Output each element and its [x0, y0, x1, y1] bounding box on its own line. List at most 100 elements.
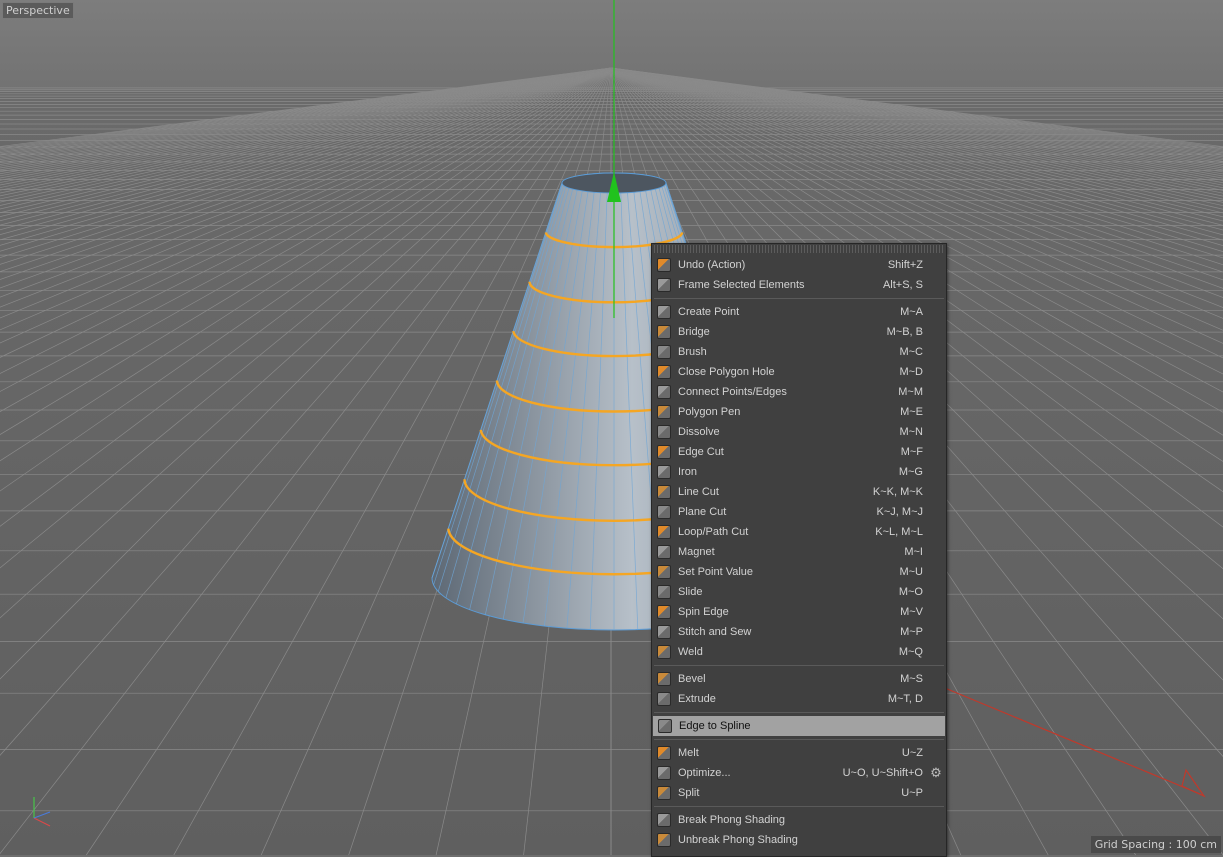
menu-separator — [654, 712, 944, 713]
menu-item-label: Create Point — [678, 306, 740, 318]
menu-item-polygon-pen[interactable]: Polygon Pen M~E — [652, 402, 946, 422]
menu-item-iron[interactable]: Iron M~G — [652, 462, 946, 482]
menu-drag-handle[interactable] — [654, 245, 944, 253]
menu-item-split[interactable]: Split U~P — [652, 783, 946, 803]
menu-item-shortcut: M~A — [900, 306, 923, 318]
menu-item-shortcut: U~P — [901, 787, 923, 799]
loop-path-cut-icon — [657, 525, 671, 539]
menu-separator — [654, 806, 944, 807]
menu-item-weld[interactable]: Weld M~Q — [652, 642, 946, 662]
menu-item-shortcut: M~C — [899, 346, 923, 358]
menu-item-label: Weld — [678, 646, 703, 658]
gear-icon[interactable]: ⚙ — [929, 766, 943, 780]
menu-item-shortcut: U~Z — [901, 747, 923, 759]
menu-item-label: Extrude — [678, 693, 716, 705]
menu-item-label: Dissolve — [678, 426, 720, 438]
menu-item-label: Polygon Pen — [678, 406, 741, 418]
menu-item-label: Plane Cut — [678, 506, 727, 518]
menu-item-spin-edge[interactable]: Spin Edge M~V — [652, 602, 946, 622]
menu-item-optimize[interactable]: Optimize... U~O, U~Shift+O ⚙ — [652, 763, 946, 783]
menu-item-bridge[interactable]: Bridge M~B, B — [652, 322, 946, 342]
menu-item-shortcut: M~B, B — [886, 326, 923, 338]
menu-item-shortcut: M~M — [898, 386, 923, 398]
menu-item-shortcut: M~I — [904, 546, 923, 558]
menu-item-shortcut: Shift+Z — [887, 259, 923, 271]
bridge-icon — [657, 325, 671, 339]
break-phong-icon — [657, 813, 671, 827]
menu-item-loop-path-cut[interactable]: Loop/Path Cut K~L, M~L — [652, 522, 946, 542]
bevel-icon — [657, 672, 671, 686]
menu-item-shortcut: M~T, D — [887, 693, 923, 705]
menu-items: Undo (Action) Shift+Z Frame Selected Eleme… — [652, 255, 946, 850]
menu-item-connect-points-edges[interactable]: Connect Points/Edges M~M — [652, 382, 946, 402]
menu-item-frame-selected-elements[interactable]: Frame Selected Elements Alt+S, S — [652, 275, 946, 295]
menu-item-label: Line Cut — [678, 486, 719, 498]
frame-selected-icon — [657, 278, 671, 292]
menu-item-label: Break Phong Shading — [678, 814, 786, 826]
set-point-value-icon — [657, 565, 671, 579]
menu-item-label: Frame Selected Elements — [678, 279, 805, 291]
polygon-pen-icon — [657, 405, 671, 419]
menu-item-shortcut: M~N — [899, 426, 923, 438]
weld-icon — [657, 645, 671, 659]
edge-to-spline-icon — [658, 719, 672, 733]
grid-spacing-label: Grid Spacing : 100 cm — [1090, 836, 1221, 853]
menu-item-label: Close Polygon Hole — [678, 366, 775, 378]
menu-item-break-phong-shading[interactable]: Break Phong Shading — [652, 810, 946, 830]
line-cut-icon — [657, 485, 671, 499]
menu-item-shortcut: M~U — [899, 566, 923, 578]
menu-item-shortcut: K~K, M~K — [872, 486, 923, 498]
connect-points-icon — [657, 385, 671, 399]
stitch-and-sew-icon — [657, 625, 671, 639]
menu-item-magnet[interactable]: Magnet M~I — [652, 542, 946, 562]
dissolve-icon — [657, 425, 671, 439]
menu-item-create-point[interactable]: Create Point M~A — [652, 302, 946, 322]
menu-item-dissolve[interactable]: Dissolve M~N — [652, 422, 946, 442]
split-icon — [657, 786, 671, 800]
menu-item-shortcut: M~P — [900, 626, 923, 638]
menu-item-label: Set Point Value — [678, 566, 754, 578]
slide-icon — [657, 585, 671, 599]
menu-item-label: Connect Points/Edges — [678, 386, 787, 398]
menu-item-label: Split — [678, 787, 700, 799]
menu-item-shortcut: M~V — [900, 606, 923, 618]
brush-icon — [657, 345, 671, 359]
undo-icon — [657, 258, 671, 272]
menu-item-shortcut: M~G — [898, 466, 923, 478]
menu-item-label: Bevel — [678, 673, 706, 685]
menu-item-slide[interactable]: Slide M~O — [652, 582, 946, 602]
menu-item-melt[interactable]: Melt U~Z — [652, 743, 946, 763]
menu-item-brush[interactable]: Brush M~C — [652, 342, 946, 362]
menu-item-line-cut[interactable]: Line Cut K~K, M~K — [652, 482, 946, 502]
menu-item-bevel[interactable]: Bevel M~S — [652, 669, 946, 689]
menu-item-label: Magnet — [678, 546, 715, 558]
menu-item-unbreak-phong-shading[interactable]: Unbreak Phong Shading — [652, 830, 946, 850]
viewport-scene[interactable] — [0, 0, 1223, 855]
edge-cut-icon — [657, 445, 671, 459]
perspective-viewport[interactable]: Perspective Grid Spacing : 100 cm — [0, 0, 1223, 855]
menu-item-shortcut: M~S — [900, 673, 923, 685]
menu-item-shortcut: M~F — [900, 446, 923, 458]
unbreak-phong-icon — [657, 833, 671, 847]
context-menu: Undo (Action) Shift+Z Frame Selected Eleme… — [651, 243, 947, 857]
menu-item-extrude[interactable]: Extrude M~T, D — [652, 689, 946, 709]
create-point-icon — [657, 305, 671, 319]
menu-item-shortcut: M~O — [898, 586, 923, 598]
menu-separator — [654, 739, 944, 740]
menu-item-close-polygon-hole[interactable]: Close Polygon Hole M~D — [652, 362, 946, 382]
menu-item-plane-cut[interactable]: Plane Cut K~J, M~J — [652, 502, 946, 522]
menu-item-edge-cut[interactable]: Edge Cut M~F — [652, 442, 946, 462]
menu-item-label: Melt — [678, 747, 699, 759]
menu-separator — [654, 298, 944, 299]
menu-item-shortcut: K~J, M~J — [876, 506, 923, 518]
melt-icon — [657, 746, 671, 760]
menu-separator — [654, 665, 944, 666]
magnet-icon — [657, 545, 671, 559]
optimize-icon — [657, 766, 671, 780]
menu-item-stitch-and-sew[interactable]: Stitch and Sew M~P — [652, 622, 946, 642]
menu-item-edge-to-spline[interactable]: Edge to Spline — [653, 716, 945, 736]
menu-item-undo-action[interactable]: Undo (Action) Shift+Z — [652, 255, 946, 275]
spin-edge-icon — [657, 605, 671, 619]
viewport-label[interactable]: Perspective — [2, 2, 74, 19]
menu-item-set-point-value[interactable]: Set Point Value M~U — [652, 562, 946, 582]
